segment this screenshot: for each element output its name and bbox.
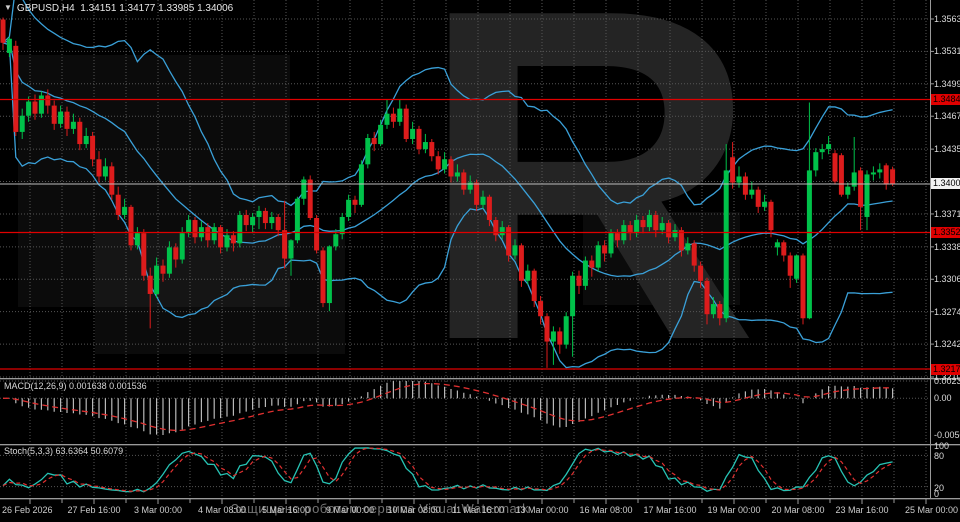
macd-main-value: 0.001638 [69, 381, 107, 391]
stochastic-title: Stoch(5,3,3) 63.6364 50.6079 [4, 446, 123, 456]
stoch-axis-label: 0 [934, 489, 939, 500]
stoch-axis-label: 100 [934, 441, 949, 452]
chart-title: ▼ GBPUSD,H4 1.34151 1.34177 1.33985 1.340… [4, 3, 233, 14]
chart-canvas[interactable] [0, 0, 960, 522]
price-axis-label: 1.33385 [934, 242, 960, 253]
symbol-dropdown-icon[interactable]: ▼ [4, 3, 12, 12]
time-axis-label: 25 Mar 00:00 [882, 505, 958, 515]
ohlc-open: 1.34151 [80, 3, 116, 14]
symbol-label: GBPUSD,H4 [17, 3, 75, 14]
stoch-axis-label: 80 [934, 451, 944, 462]
price-level-badge: 1.32179 [931, 364, 960, 375]
stoch-label: Stoch(5,3,3) [4, 446, 53, 456]
price-axis-label: 1.34995 [934, 79, 960, 90]
macd-axis-label: 0.002381 [934, 376, 960, 387]
price-level-badge: 1.33527 [931, 227, 960, 238]
price-axis-label: 1.33710 [934, 209, 960, 220]
price-axis-label: 1.33065 [934, 274, 960, 285]
macd-title: MACD(12,26,9) 0.001638 0.001536 [4, 381, 147, 391]
macd-signal-value: 0.001536 [109, 381, 147, 391]
price-axis-label: 1.32745 [934, 307, 960, 318]
current-price-badge: 1.34006 [931, 178, 960, 189]
macd-axis-label: 0.00 [934, 393, 952, 404]
price-axis-label: 1.35315 [934, 46, 960, 57]
price-axis-label: 1.34350 [934, 144, 960, 155]
ohlc-high: 1.34177 [119, 3, 155, 14]
price-axis-label: 1.32425 [934, 339, 960, 350]
ohlc-close: 1.34006 [197, 3, 233, 14]
macd-axis-label: -0.005046 [934, 430, 960, 441]
price-axis-label: 1.35635 [934, 14, 960, 25]
macd-label: MACD(12,26,9) [4, 381, 67, 391]
price-axis-label: 1.34675 [934, 111, 960, 122]
stoch-k-value: 63.6364 [56, 446, 89, 456]
price-level-badge: 1.34840 [931, 94, 960, 105]
trading-chart-window: R ▼GBPUSD,H4 1.34151 1.34177 1.33985 1.3… [0, 0, 960, 522]
ohlc-low: 1.33985 [158, 3, 194, 14]
watermark-text: Защищено роботом сервиса Visual Watermar… [231, 501, 529, 516]
stoch-d-value: 50.6079 [91, 446, 124, 456]
